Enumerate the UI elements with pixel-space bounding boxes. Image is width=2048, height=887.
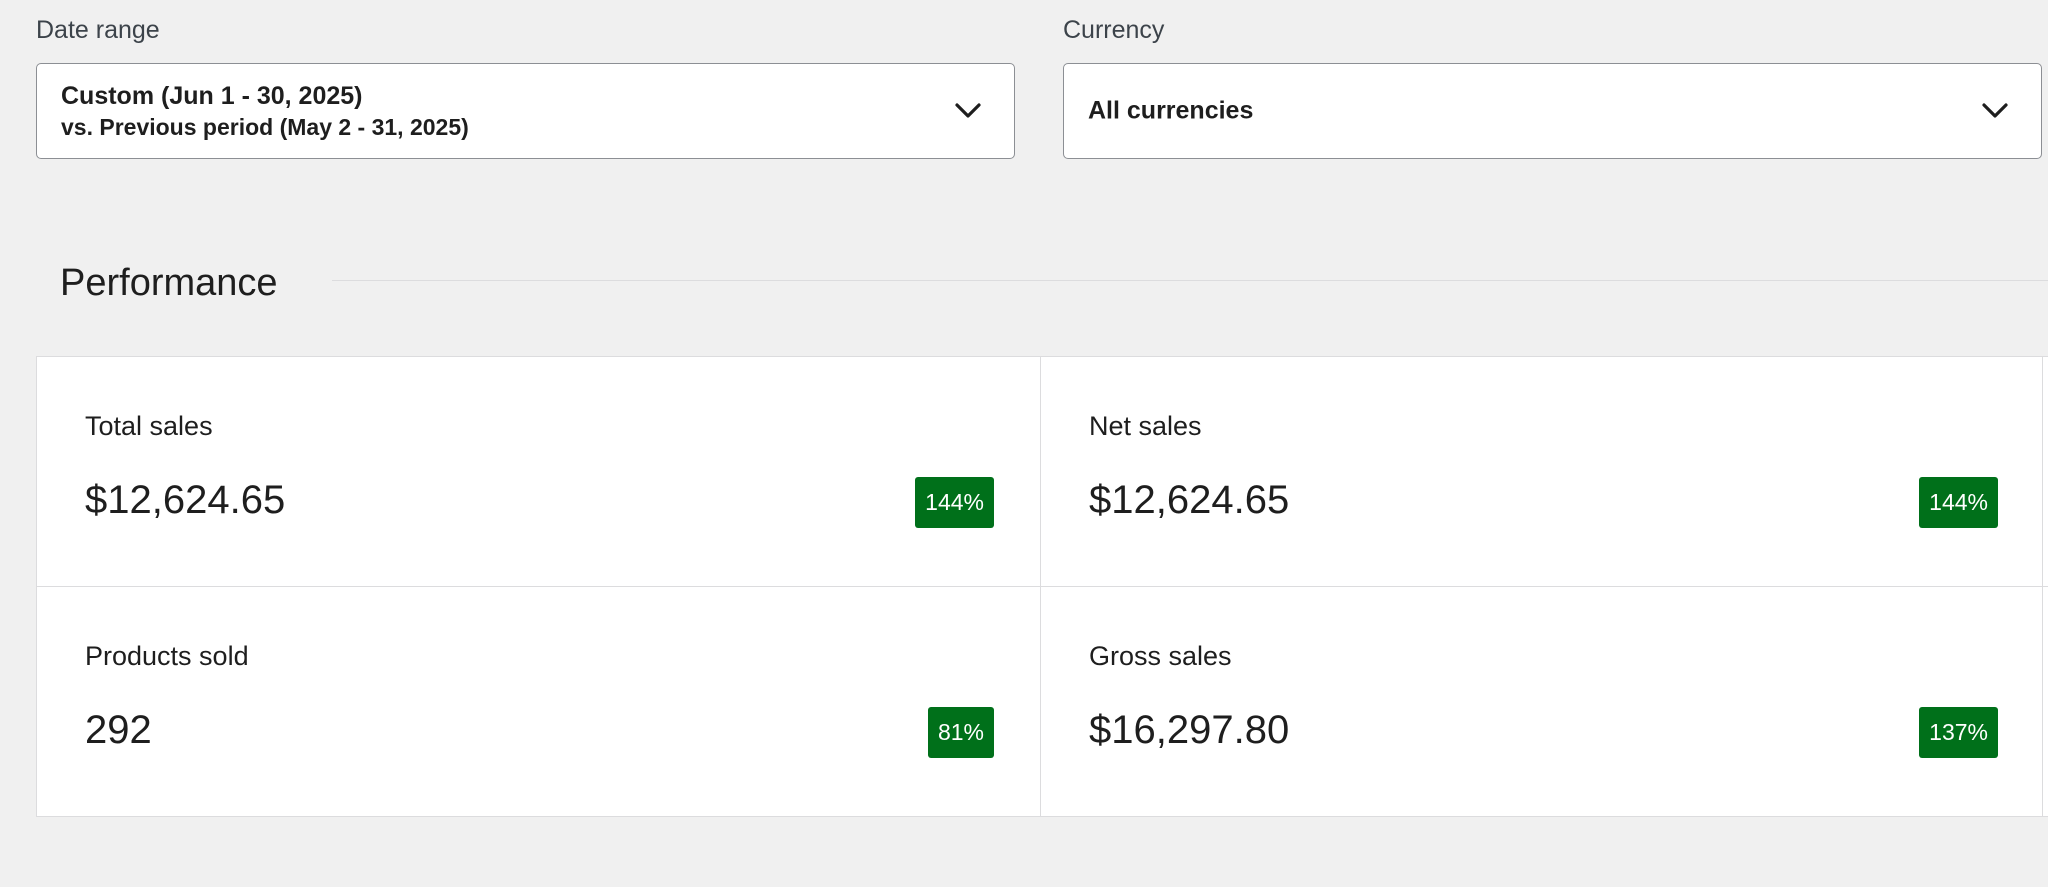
performance-grid: Total sales $12,624.65 144% Net sales $1… [36, 356, 2048, 817]
currency-label: Currency [1063, 16, 1165, 44]
card-products-sold[interactable]: Products sold 292 81% [37, 587, 1040, 816]
card-label: Total sales [85, 411, 213, 441]
date-range-current: Custom (Jun 1 - 30, 2025) [61, 82, 363, 110]
delta-badge: 137% [1919, 707, 1998, 758]
currency-value: All currencies [1088, 96, 1254, 125]
card-total-sales[interactable]: Total sales $12,624.65 144% [37, 357, 1040, 586]
date-range-select[interactable]: Custom (Jun 1 - 30, 2025) vs. Previous p… [36, 63, 1015, 159]
chevron-down-icon [954, 102, 982, 120]
card-value: $16,297.80 [1089, 708, 1290, 752]
section-title-performance: Performance [60, 262, 278, 304]
card-label: Gross sales [1089, 641, 1232, 671]
delta-badge: 81% [927, 707, 994, 758]
card-gross-sales[interactable]: Gross sales $16,297.80 137% [1041, 587, 2044, 816]
card-value: $12,624.65 [1089, 478, 1290, 522]
date-range-value: Custom (Jun 1 - 30, 2025) vs. Previous p… [61, 80, 469, 142]
currency-value-wrap: All currencies [1088, 97, 1253, 126]
card-label: Net sales [1089, 411, 1202, 441]
date-range-compare: vs. Previous period (May 2 - 31, 2025) [61, 114, 469, 140]
delta-badge: 144% [1919, 477, 1998, 528]
date-range-label: Date range [36, 16, 160, 44]
card-net-sales[interactable]: Net sales $12,624.65 144% [1041, 357, 2044, 586]
delta-badge: 144% [915, 477, 994, 528]
section-divider [332, 280, 2048, 281]
card-label: Products sold [85, 641, 249, 671]
card-value: $12,624.65 [85, 478, 286, 522]
chevron-down-icon [1981, 102, 2009, 120]
card-value: 292 [85, 708, 152, 752]
currency-select[interactable]: All currencies [1063, 63, 2042, 159]
